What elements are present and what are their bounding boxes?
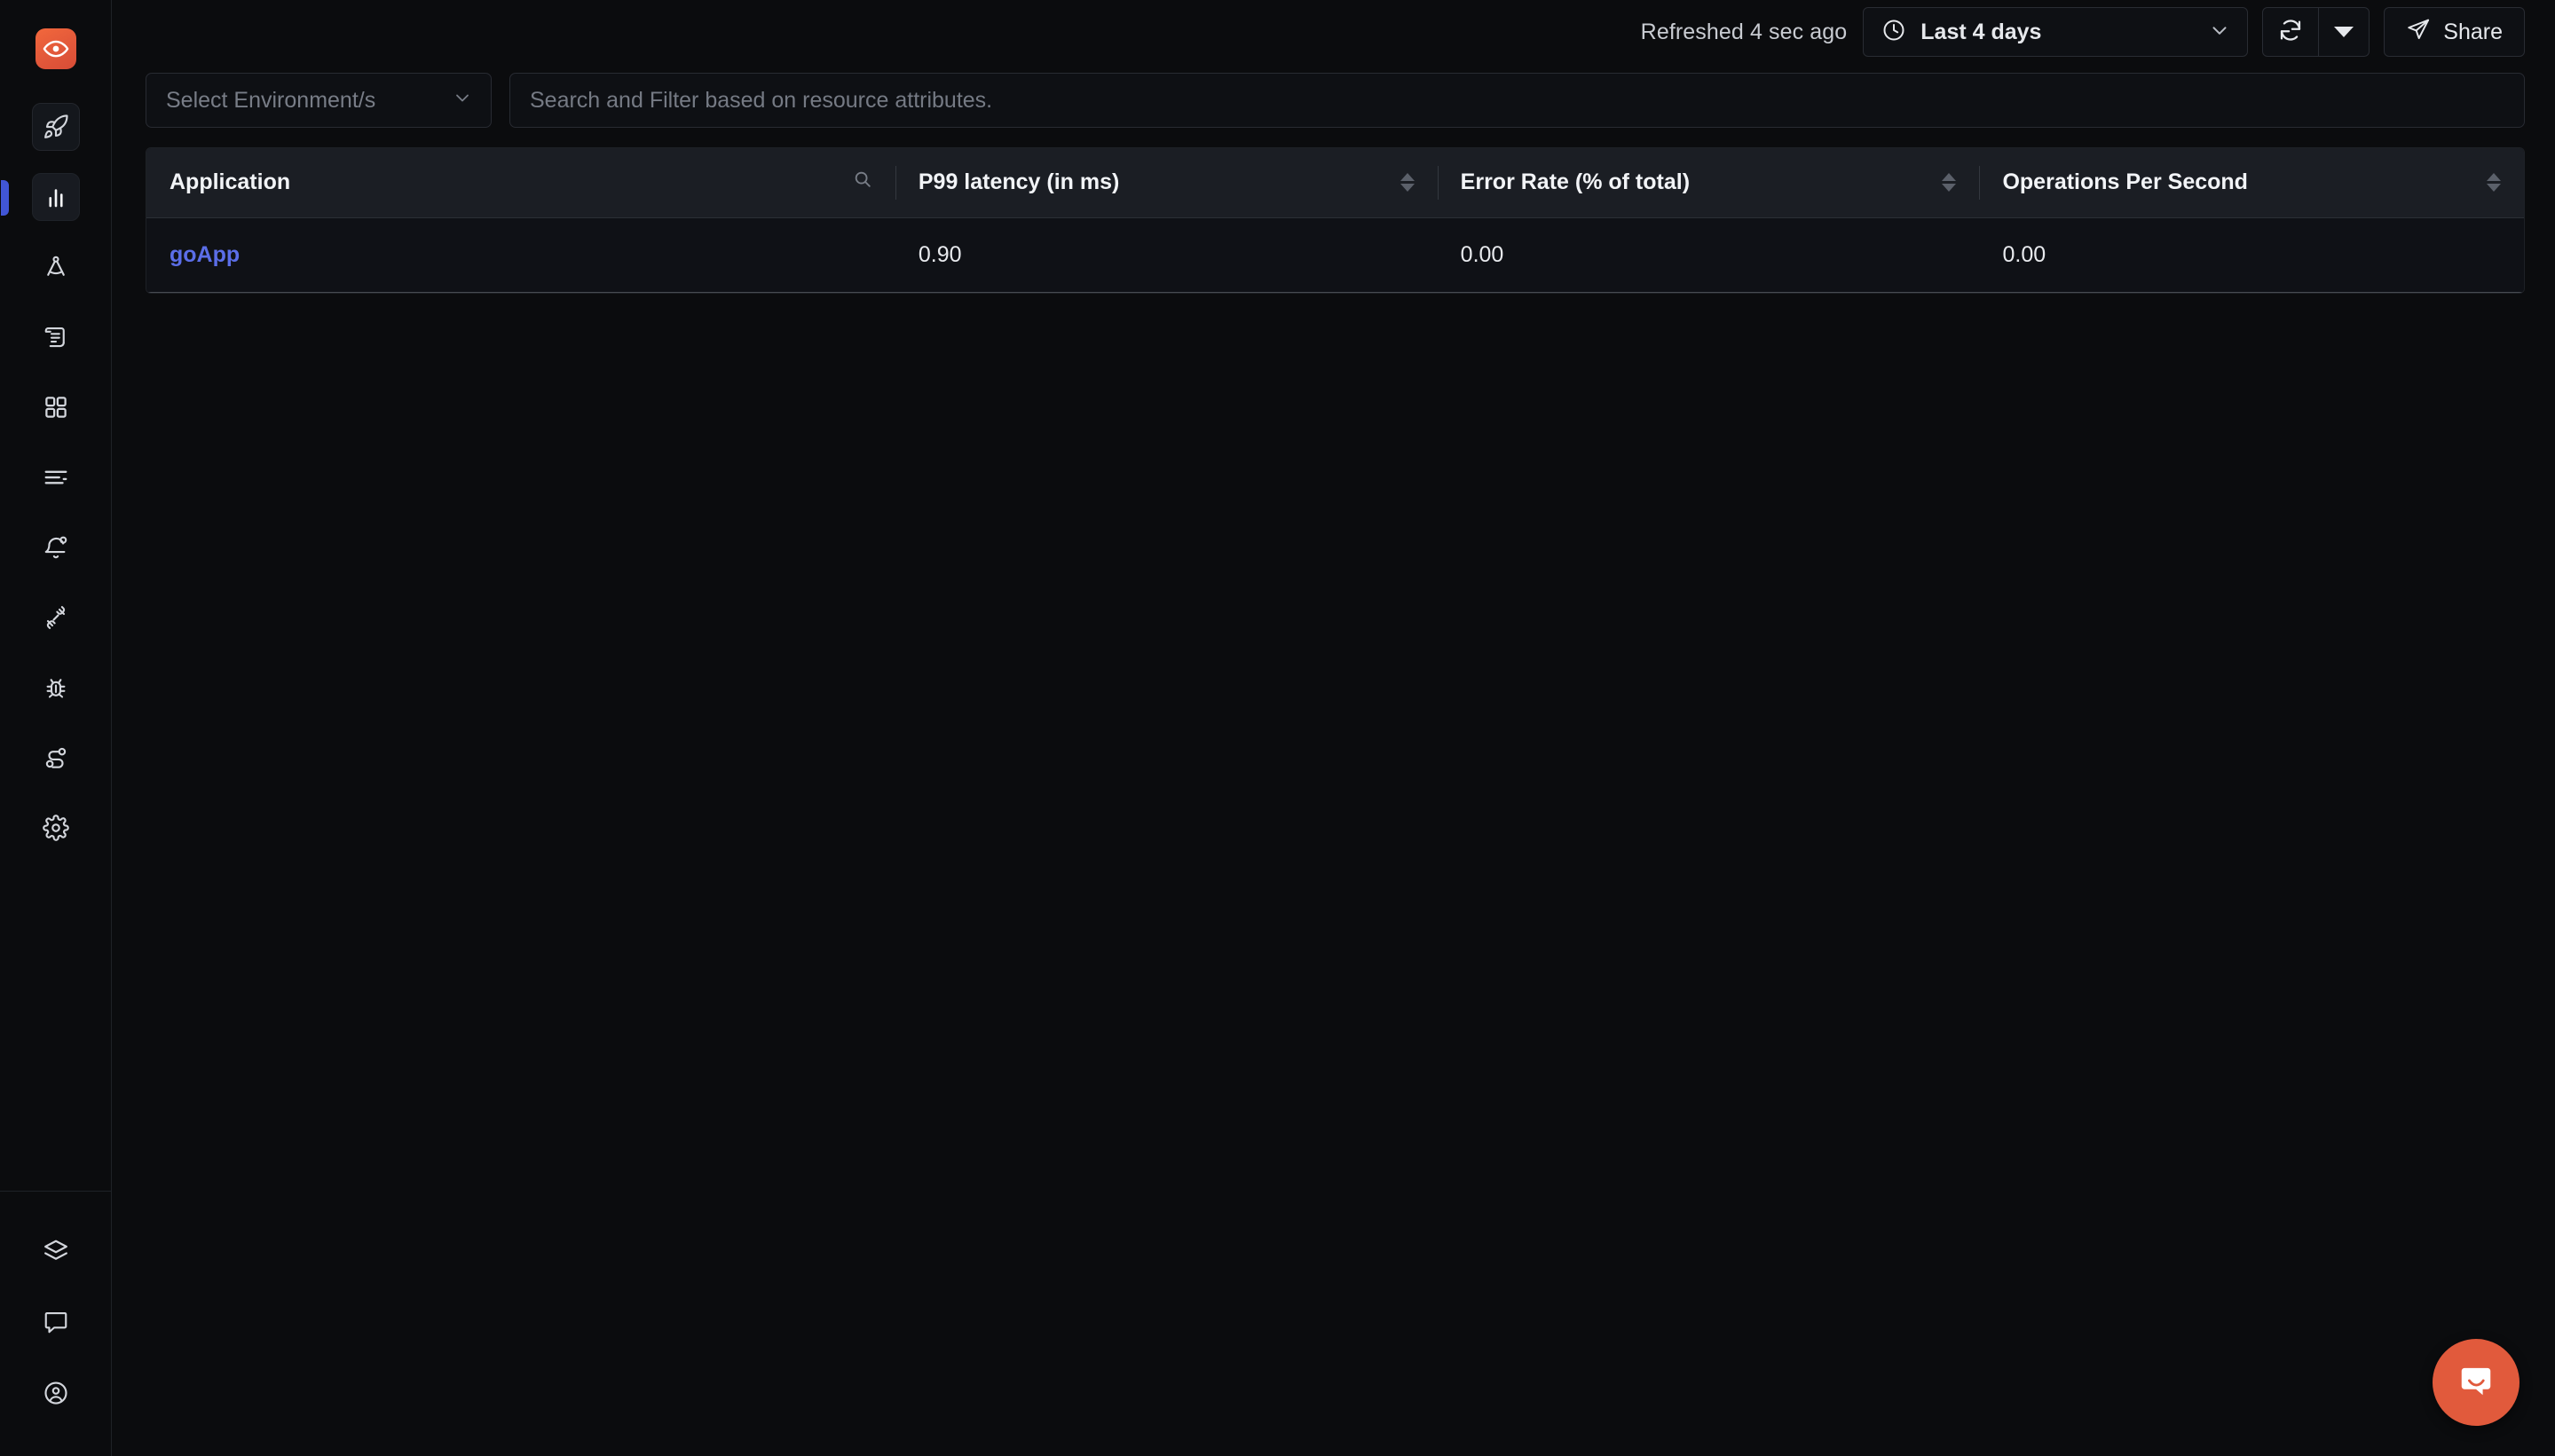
message-square-icon — [43, 1309, 69, 1335]
cell-error-rate: 0.00 — [1437, 217, 1980, 293]
logo-wrapper — [35, 28, 76, 69]
app-root: Refreshed 4 sec ago Last 4 days Share Se… — [0, 0, 2555, 1456]
sort-ascending-icon — [1400, 173, 1415, 182]
grid-icon — [43, 394, 69, 421]
sidebar-item-dashboards[interactable] — [32, 383, 80, 431]
sort-descending-icon — [2487, 184, 2501, 193]
sort-toggle-p99-latency[interactable] — [1400, 173, 1415, 193]
topbar: Refreshed 4 sec ago Last 4 days Share — [112, 0, 2555, 64]
time-range-picker[interactable]: Last 4 days — [1863, 7, 2249, 57]
sidebar-item-service-map[interactable] — [32, 734, 80, 782]
sort-ascending-icon — [1942, 173, 1957, 182]
layers-icon — [43, 1238, 69, 1264]
sort-toggle-operations-per-second[interactable] — [2487, 173, 2501, 193]
column-label-error-rate: Error Rate (% of total) — [1460, 169, 1691, 195]
cell-operations-per-second: 0.00 — [1979, 217, 2524, 293]
sidebar-item-integrations[interactable] — [32, 1227, 80, 1275]
cell-application: goApp — [146, 217, 895, 293]
scroll-icon — [43, 324, 69, 350]
sidebar-item-logs[interactable] — [32, 313, 80, 361]
environment-select[interactable]: Select Environment/s — [146, 73, 492, 128]
sidebar — [0, 0, 112, 1456]
refresh-interval-dropdown[interactable] — [2319, 8, 2369, 56]
align-left-icon — [43, 464, 69, 491]
refresh-button[interactable] — [2263, 8, 2318, 56]
time-range-label: Last 4 days — [1920, 19, 2042, 44]
main-content: Refreshed 4 sec ago Last 4 days Share Se… — [112, 0, 2555, 1456]
sidebar-item-services[interactable] — [0, 173, 80, 221]
search-input[interactable] — [530, 87, 2504, 114]
signoz-logo-icon[interactable] — [35, 28, 76, 69]
cell-p99-latency: 0.90 — [895, 217, 1438, 293]
sort-toggle-error-rate[interactable] — [1942, 173, 1957, 193]
sidebar-item-alerts[interactable] — [32, 523, 80, 571]
sidebar-item-get-started[interactable] — [31, 103, 80, 151]
caret-down-icon — [2334, 27, 2354, 37]
send-icon — [2406, 17, 2431, 48]
environment-select-label: Select Environment/s — [166, 87, 376, 113]
rocket-icon — [43, 114, 69, 140]
clock-icon — [1881, 18, 1906, 47]
bug-icon — [43, 674, 69, 701]
sidebar-item-account[interactable] — [32, 1369, 80, 1417]
sidebar-item-support[interactable] — [32, 1298, 80, 1346]
compass-draft-icon — [43, 254, 69, 280]
sidebar-item-issues[interactable] — [32, 664, 80, 712]
sidebar-primary-nav — [0, 103, 111, 874]
table-row[interactable]: goApp 0.90 0.00 0.00 — [146, 217, 2524, 293]
sidebar-item-exceptions[interactable] — [32, 594, 80, 641]
refresh-control-group — [2262, 7, 2370, 57]
share-label: Share — [2443, 19, 2503, 44]
sidebar-bottom-nav — [0, 1191, 111, 1456]
filter-row: Select Environment/s — [112, 73, 2555, 128]
column-label-application: Application — [170, 169, 291, 195]
search-filter-box[interactable] — [509, 73, 2525, 128]
share-button[interactable]: Share — [2384, 7, 2525, 57]
search-icon[interactable] — [853, 169, 872, 195]
route-icon — [43, 744, 69, 771]
sidebar-item-settings[interactable] — [32, 804, 80, 852]
chevron-down-icon — [2208, 19, 2231, 46]
table-body: goApp 0.90 0.00 0.00 — [146, 217, 2524, 293]
sort-descending-icon — [1400, 184, 1415, 193]
sort-ascending-icon — [2487, 173, 2501, 182]
column-header-p99-latency[interactable]: P99 latency (in ms) — [895, 148, 1438, 218]
chevron-down-icon — [452, 87, 473, 114]
table-header-row: Application P99 latency (in ms) Error Ra… — [146, 148, 2524, 218]
column-header-error-rate[interactable]: Error Rate (% of total) — [1437, 148, 1980, 218]
column-label-operations-per-second: Operations Per Second — [2002, 169, 2248, 195]
column-header-operations-per-second[interactable]: Operations Per Second — [1979, 148, 2524, 218]
application-link[interactable]: goApp — [170, 242, 240, 267]
refreshed-status: Refreshed 4 sec ago — [1640, 19, 1848, 44]
services-table: Application P99 latency (in ms) Error Ra… — [146, 147, 2525, 294]
bell-icon — [43, 534, 69, 561]
column-header-application[interactable]: Application — [146, 148, 895, 218]
sort-descending-icon — [1942, 184, 1957, 193]
chat-bubble-icon — [2453, 1358, 2499, 1408]
column-label-p99-latency: P99 latency (in ms) — [918, 169, 1120, 195]
plug-icon — [43, 604, 69, 631]
services-table-element: Application P99 latency (in ms) Error Ra… — [146, 148, 2524, 293]
sidebar-item-traces[interactable] — [32, 243, 80, 291]
gear-icon — [42, 815, 69, 841]
sidebar-item-billing[interactable] — [32, 453, 80, 501]
user-circle-icon — [43, 1380, 69, 1406]
refresh-icon — [2277, 17, 2304, 48]
bar-chart-icon — [43, 184, 69, 210]
table-head: Application P99 latency (in ms) Error Ra… — [146, 148, 2524, 218]
intercom-launcher[interactable] — [2433, 1339, 2520, 1426]
